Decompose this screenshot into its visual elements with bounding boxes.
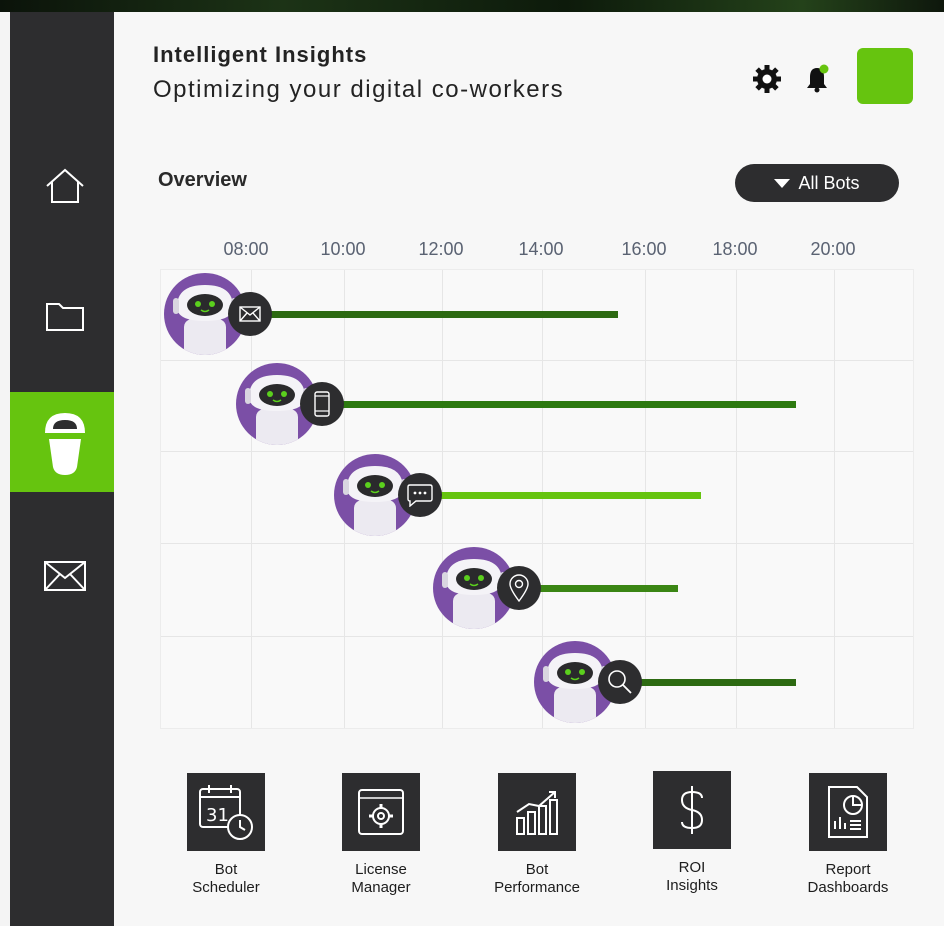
grid-line	[251, 270, 252, 728]
notification-dot	[819, 64, 829, 74]
time-tick-label: 12:00	[418, 239, 464, 259]
tool-bar-chart-growth[interactable]: Bot Performance	[482, 773, 592, 897]
background-strip	[0, 0, 944, 12]
settings-window-icon	[342, 773, 420, 851]
tool-label: Bot Performance	[494, 861, 580, 896]
chat-bubble-icon	[397, 473, 442, 517]
grid-line	[161, 636, 913, 637]
tool-report-document[interactable]: Report Dashboards	[793, 773, 903, 897]
robot-icon	[45, 413, 85, 475]
calendar-clock-icon: 31	[187, 773, 265, 851]
time-tick-label: 20:00	[810, 239, 856, 259]
folder-icon	[46, 303, 84, 331]
overview-heading: Overview	[158, 169, 247, 191]
filter-label: All Bots	[798, 172, 860, 193]
dollar-icon	[653, 771, 731, 849]
tool-label: ROI Insights	[666, 859, 718, 894]
time-tick-label: 08:00	[223, 239, 269, 259]
page-subtitle: Optimizing your digital co-workers	[153, 76, 565, 103]
grid-line	[161, 451, 913, 452]
bot-schedule-bar[interactable]	[439, 492, 701, 499]
search-icon	[597, 660, 642, 704]
bot-schedule-bar[interactable]	[342, 401, 797, 408]
svg-text:31: 31	[206, 805, 229, 826]
sidebar	[10, 12, 120, 926]
sidebar-item-folder[interactable]	[10, 266, 120, 366]
tool-settings-window[interactable]: License Manager	[326, 773, 436, 897]
tool-calendar-clock[interactable]: 31 Bot Scheduler	[171, 773, 281, 897]
time-tick-label: 14:00	[518, 239, 564, 259]
tool-dollar[interactable]: ROI Insights	[637, 771, 747, 895]
grid-line	[645, 270, 646, 728]
left-edge	[0, 12, 10, 926]
tool-label: Bot Scheduler	[192, 861, 260, 896]
bar-chart-growth-icon	[498, 773, 576, 851]
home-icon	[46, 168, 84, 203]
settings-button[interactable]	[750, 62, 784, 96]
grid-line	[834, 270, 835, 728]
bot-schedule-bar[interactable]	[269, 311, 619, 318]
time-tick-label: 16:00	[621, 239, 667, 259]
grid-line	[161, 360, 913, 361]
sidebar-item-mail[interactable]	[10, 526, 120, 626]
bell-icon	[807, 64, 829, 93]
grid-line	[736, 270, 737, 728]
grid-line	[161, 543, 913, 544]
tool-launcher: 31 Bot Scheduler License Manager Bot Performan…	[114, 770, 944, 920]
time-tick-label: 18:00	[712, 239, 758, 259]
time-tick-label: 10:00	[320, 239, 366, 259]
bot-schedule-bar[interactable]	[538, 585, 679, 592]
page-title: Intelligent Insights	[153, 42, 368, 67]
mail-icon	[44, 561, 86, 591]
sidebar-item-bots[interactable]	[10, 392, 120, 492]
location-pin-icon	[496, 566, 541, 610]
report-document-icon	[809, 773, 887, 851]
mail-icon	[227, 292, 272, 336]
notifications-button[interactable]	[800, 62, 834, 96]
caret-down-icon	[774, 178, 791, 188]
bot-schedule-bar[interactable]	[639, 679, 797, 686]
timeline-grid	[160, 269, 914, 729]
tool-label: Report Dashboards	[807, 861, 889, 896]
bots-filter-dropdown[interactable]: All Bots	[735, 164, 899, 202]
grid-line	[442, 270, 443, 728]
bot-timeline: 08:00 10:00 12:00 14:00 16:00 18:00 20:00	[114, 232, 944, 752]
sidebar-item-home[interactable]	[10, 136, 120, 236]
tool-label: License Manager	[351, 861, 411, 896]
gear-icon	[753, 65, 781, 93]
main-panel: Intelligent Insights Optimizing your dig…	[114, 12, 944, 926]
user-avatar[interactable]	[857, 48, 913, 104]
